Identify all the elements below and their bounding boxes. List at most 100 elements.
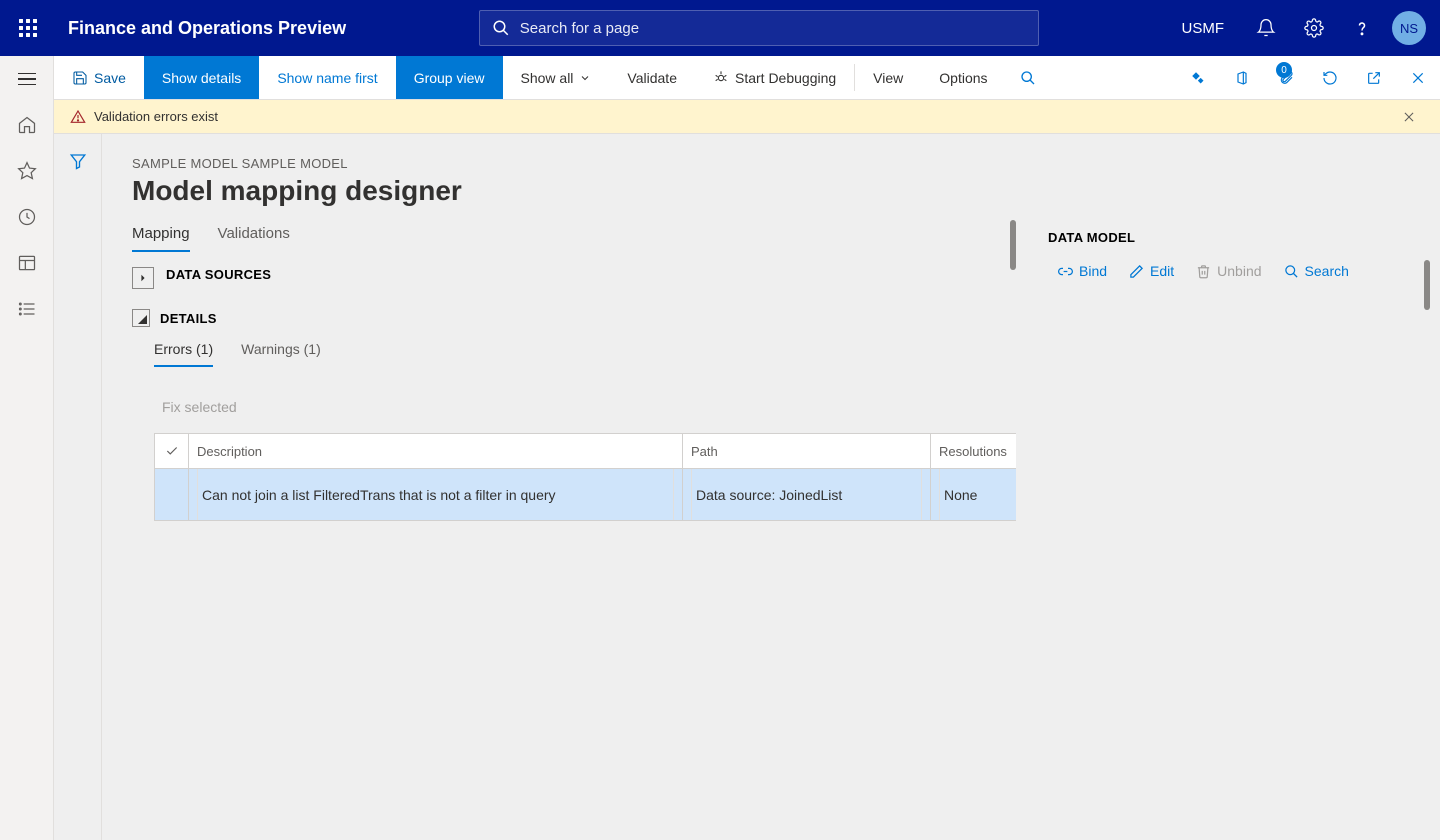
details-section: DETAILS bbox=[132, 309, 1016, 327]
options-button[interactable]: Options bbox=[921, 56, 1005, 99]
home-button[interactable] bbox=[16, 114, 38, 136]
list-icon bbox=[17, 299, 37, 319]
view-button[interactable]: View bbox=[855, 56, 921, 99]
chevron-right-icon bbox=[139, 274, 147, 282]
refresh-icon bbox=[1322, 70, 1338, 86]
search-box[interactable] bbox=[479, 10, 1039, 46]
data-sources-expander[interactable] bbox=[132, 267, 154, 289]
link-icon bbox=[1058, 264, 1073, 279]
debug-icon bbox=[713, 70, 729, 86]
save-label: Save bbox=[94, 70, 126, 86]
popout-icon bbox=[1366, 70, 1382, 86]
star-icon bbox=[17, 161, 37, 181]
start-debugging-button[interactable]: Start Debugging bbox=[695, 56, 854, 99]
workspace-icon bbox=[17, 253, 37, 273]
command-bar: Save Show details Show name first Group … bbox=[54, 56, 1440, 100]
save-button[interactable]: Save bbox=[54, 56, 144, 99]
gear-icon bbox=[1304, 18, 1324, 38]
row-select[interactable] bbox=[155, 469, 189, 520]
tab-warnings[interactable]: Warnings (1) bbox=[241, 341, 321, 367]
tab-validations[interactable]: Validations bbox=[218, 225, 290, 252]
office-button[interactable] bbox=[1220, 56, 1264, 99]
data-model-actions: Bind Edit Unbind Search bbox=[1058, 263, 1440, 279]
close-icon bbox=[1410, 70, 1426, 86]
settings-button[interactable] bbox=[1290, 0, 1338, 56]
data-model-title: DATA MODEL bbox=[1048, 230, 1440, 245]
edit-button[interactable]: Edit bbox=[1129, 263, 1174, 279]
show-name-first-button[interactable]: Show name first bbox=[259, 56, 395, 99]
page-search-button[interactable] bbox=[1006, 56, 1050, 99]
details-label: DETAILS bbox=[160, 311, 217, 326]
trash-icon bbox=[1196, 264, 1211, 279]
legal-entity[interactable]: USMF bbox=[1172, 20, 1235, 37]
recent-button[interactable] bbox=[16, 206, 38, 228]
col-select[interactable] bbox=[155, 434, 189, 468]
tab-errors[interactable]: Errors (1) bbox=[154, 341, 213, 367]
splitter-handle[interactable] bbox=[1424, 260, 1430, 310]
warning-text: Validation errors exist bbox=[94, 109, 218, 124]
close-button[interactable] bbox=[1396, 56, 1440, 99]
cell-description: Can not join a list FilteredTrans that i… bbox=[189, 469, 683, 520]
app-title: Finance and Operations Preview bbox=[68, 18, 346, 39]
warning-icon bbox=[70, 109, 86, 125]
errors-table: Description Path Resolutions Can not joi… bbox=[154, 433, 1016, 521]
page-main: SAMPLE MODEL SAMPLE MODEL Model mapping … bbox=[102, 134, 1016, 840]
search-icon bbox=[1284, 264, 1299, 279]
breadcrumb: SAMPLE MODEL SAMPLE MODEL bbox=[132, 156, 986, 171]
bind-button[interactable]: Bind bbox=[1058, 263, 1107, 279]
modules-button[interactable] bbox=[16, 298, 38, 320]
page-gutter bbox=[54, 134, 102, 840]
clock-icon bbox=[17, 207, 37, 227]
cell-path: Data source: JoinedList bbox=[683, 469, 931, 520]
user-avatar[interactable]: NS bbox=[1392, 11, 1426, 45]
data-model-panel: DATA MODEL Bind Edit Unbind Search bbox=[1016, 134, 1440, 840]
splitter-handle[interactable] bbox=[1010, 220, 1016, 270]
table-body: Can not join a list FilteredTrans that i… bbox=[155, 469, 1016, 521]
funnel-icon bbox=[69, 152, 87, 170]
search-button[interactable]: Search bbox=[1284, 263, 1349, 279]
unbind-button: Unbind bbox=[1196, 263, 1261, 279]
data-sources-section: DATA SOURCES bbox=[132, 267, 1016, 289]
check-icon bbox=[165, 444, 179, 458]
app-launcher-button[interactable] bbox=[0, 0, 56, 56]
topbar: Finance and Operations Preview USMF NS bbox=[0, 0, 1440, 56]
save-icon bbox=[72, 70, 88, 86]
col-path[interactable]: Path bbox=[683, 434, 931, 468]
hamburger-button[interactable] bbox=[16, 68, 38, 90]
waffle-icon bbox=[19, 19, 37, 37]
diamond-icon bbox=[1190, 70, 1206, 86]
topbar-right: USMF NS bbox=[1172, 0, 1440, 56]
page-tabs: Mapping Validations bbox=[132, 225, 1016, 253]
detail-tabs: Errors (1) Warnings (1) bbox=[154, 341, 1016, 367]
validate-button[interactable]: Validate bbox=[609, 56, 695, 99]
workspaces-button[interactable] bbox=[16, 252, 38, 274]
col-description[interactable]: Description bbox=[189, 434, 683, 468]
show-all-dropdown[interactable]: Show all bbox=[503, 56, 610, 99]
search-input[interactable] bbox=[520, 20, 1026, 37]
close-icon bbox=[1402, 110, 1416, 124]
notifications-button[interactable] bbox=[1242, 0, 1290, 56]
filter-button[interactable] bbox=[69, 152, 87, 170]
search-wrap bbox=[346, 10, 1171, 46]
favorites-button[interactable] bbox=[16, 160, 38, 182]
attachment-badge: 0 bbox=[1276, 62, 1292, 78]
left-rail bbox=[0, 56, 54, 840]
data-sources-label: DATA SOURCES bbox=[166, 267, 271, 289]
question-icon bbox=[1352, 18, 1372, 38]
page-body: SAMPLE MODEL SAMPLE MODEL Model mapping … bbox=[54, 134, 1440, 840]
table-row[interactable]: Can not join a list FilteredTrans that i… bbox=[155, 469, 1016, 521]
warning-close-button[interactable] bbox=[1402, 110, 1424, 124]
col-resolutions[interactable]: Resolutions bbox=[931, 434, 1016, 468]
fix-selected-button[interactable]: Fix selected bbox=[162, 399, 1016, 415]
popout-button[interactable] bbox=[1352, 56, 1396, 99]
refresh-button[interactable] bbox=[1308, 56, 1352, 99]
attachments-button[interactable]: 0 bbox=[1264, 56, 1308, 99]
show-details-button[interactable]: Show details bbox=[144, 56, 259, 99]
page-title: Model mapping designer bbox=[132, 175, 986, 207]
tab-mapping[interactable]: Mapping bbox=[132, 225, 190, 252]
hamburger-icon bbox=[18, 73, 36, 86]
details-expander[interactable] bbox=[132, 309, 150, 327]
personalize-button[interactable] bbox=[1176, 56, 1220, 99]
group-view-button[interactable]: Group view bbox=[396, 56, 503, 99]
help-button[interactable] bbox=[1338, 0, 1386, 56]
